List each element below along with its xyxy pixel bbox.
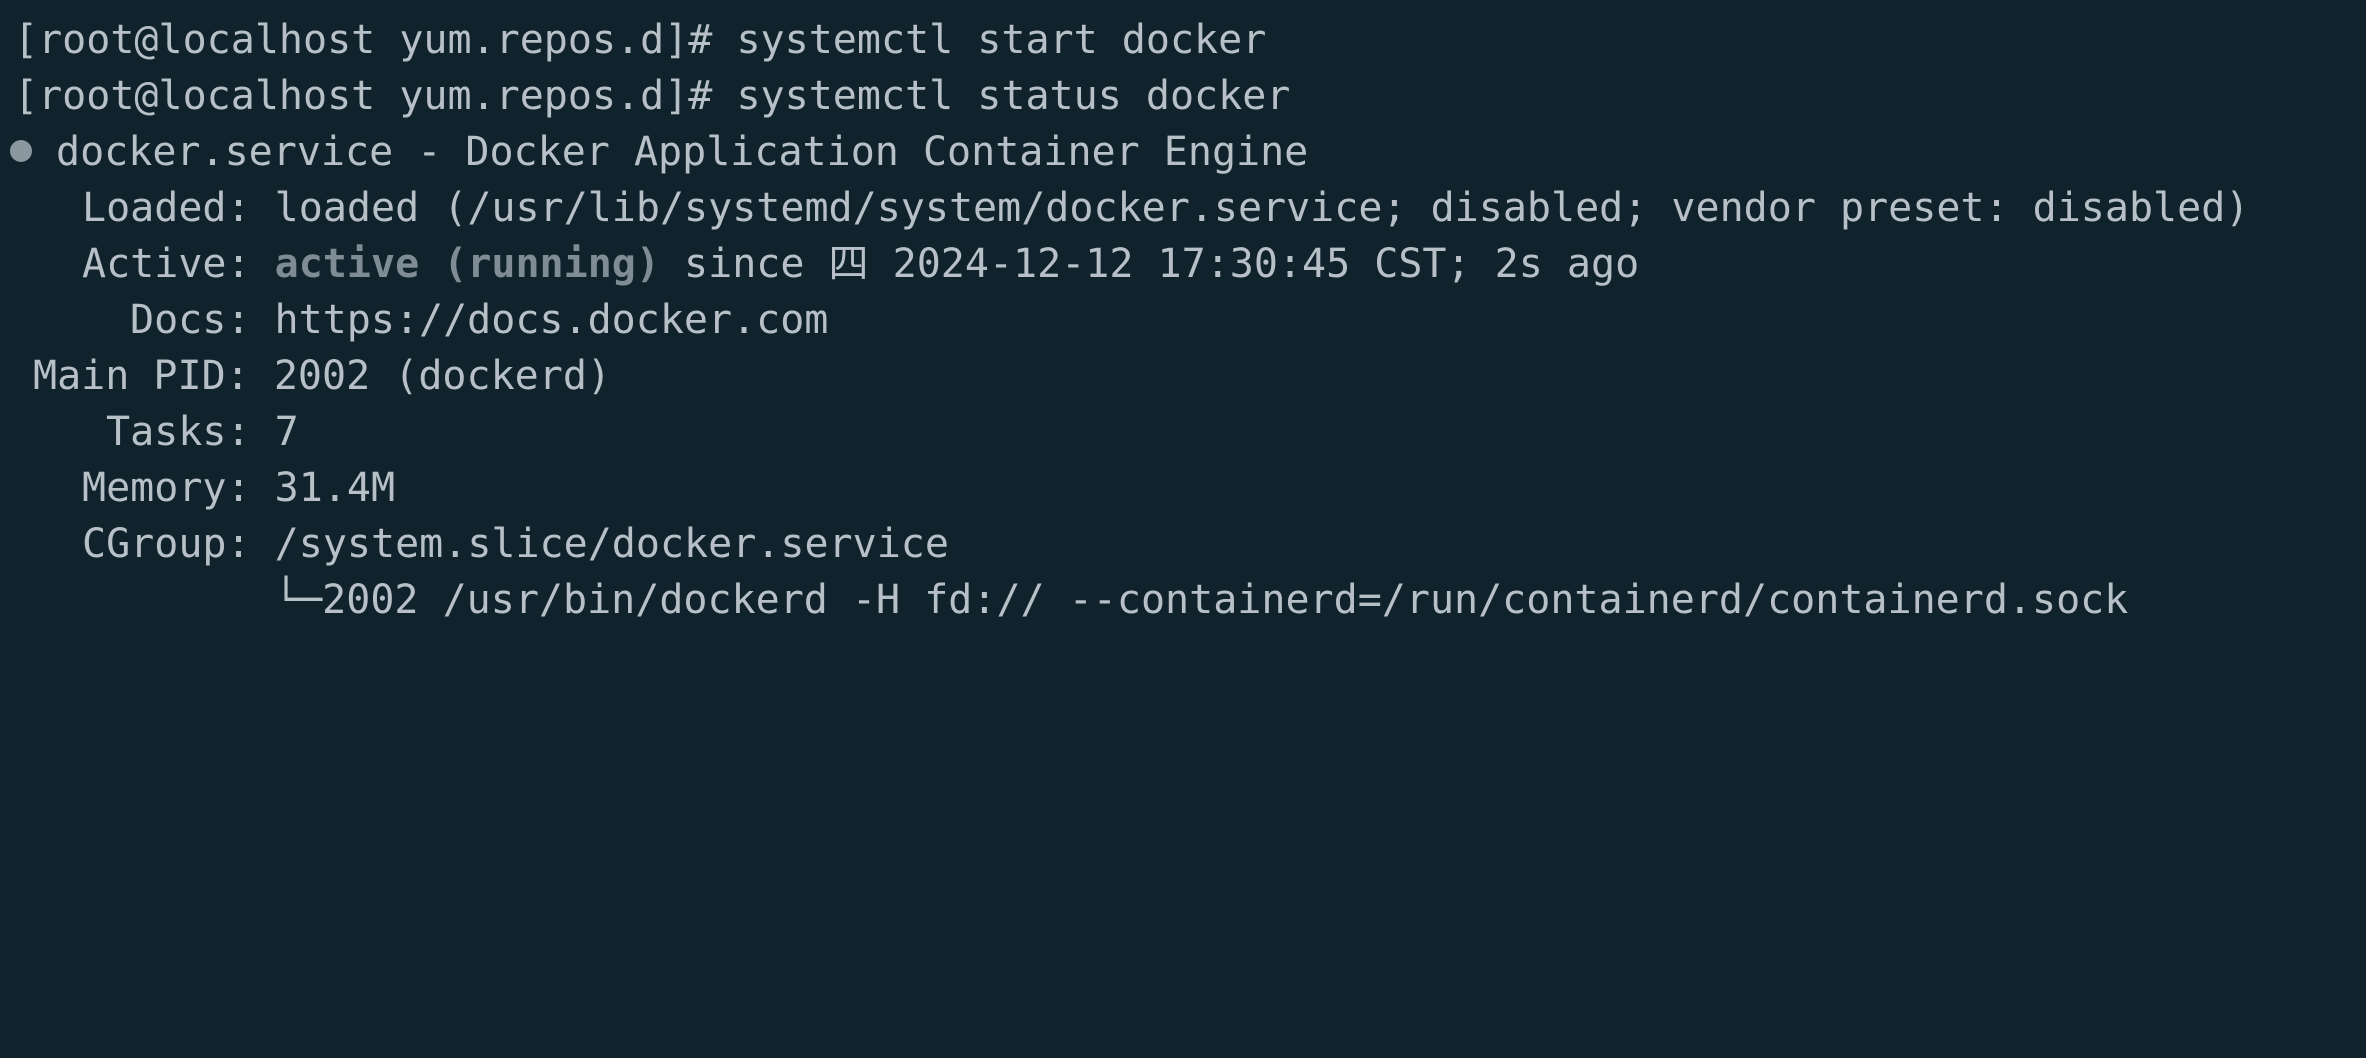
cgroup-line: CGroup: /system.slice/docker.service xyxy=(82,516,949,572)
shell-prompt: [root@localhost yum.repos.d]# xyxy=(14,17,737,63)
main-pid-value: 2002 (dockerd) xyxy=(273,353,611,399)
command-text: systemctl start docker xyxy=(736,17,1267,63)
terminal-line-start: [root@localhost yum.repos.d]# systemctl … xyxy=(14,12,1266,68)
service-header: docker.service - Docker Application Cont… xyxy=(56,129,1309,175)
active-line: Active: active (running) since 四 2024-12… xyxy=(82,236,1639,292)
active-label: Active: xyxy=(82,241,275,287)
memory-value: 31.4M xyxy=(274,465,396,511)
docs-line: Docs: https://docs.docker.com xyxy=(130,292,828,348)
tasks-value: 7 xyxy=(274,409,299,455)
terminal-line-status: [root@localhost yum.repos.d]# systemctl … xyxy=(14,68,1290,124)
docs-label: Docs: xyxy=(130,297,275,343)
loaded-line: Loaded: loaded (/usr/lib/systemd/system/… xyxy=(82,180,2249,236)
service-header-line: docker.service - Docker Application Cont… xyxy=(0,124,1308,180)
docs-url: https://docs.docker.com xyxy=(274,297,829,343)
terminal-window[interactable]: [root@localhost yum.repos.d]# systemctl … xyxy=(0,0,2366,650)
process-tree-line: └─2002 /usr/bin/dockerd -H fd:// --conta… xyxy=(274,577,2129,623)
loaded-value: loaded (/usr/lib/systemd/system/docker.s… xyxy=(274,185,2250,231)
active-status: active (running) xyxy=(274,241,660,287)
active-since: since 四 2024-12-12 17:30:45 CST; 2s ago xyxy=(659,241,1640,287)
main-pid-label: Main PID: xyxy=(33,353,274,399)
shell-prompt: [root@localhost yum.repos.d]# xyxy=(14,73,737,119)
tasks-line: Tasks: 7 xyxy=(106,404,299,460)
memory-line: Memory: 31.4M xyxy=(82,460,395,516)
memory-label: Memory: xyxy=(82,465,275,511)
cgroup-value: /system.slice/docker.service xyxy=(274,521,949,567)
cgroup-label: CGroup: xyxy=(82,521,275,567)
status-dot-icon xyxy=(10,140,32,162)
loaded-label: Loaded: xyxy=(82,185,275,231)
main-pid-line: Main PID: 2002 (dockerd) xyxy=(33,348,611,404)
tasks-label: Tasks: xyxy=(106,409,275,455)
command-text: systemctl status docker xyxy=(736,73,1291,119)
